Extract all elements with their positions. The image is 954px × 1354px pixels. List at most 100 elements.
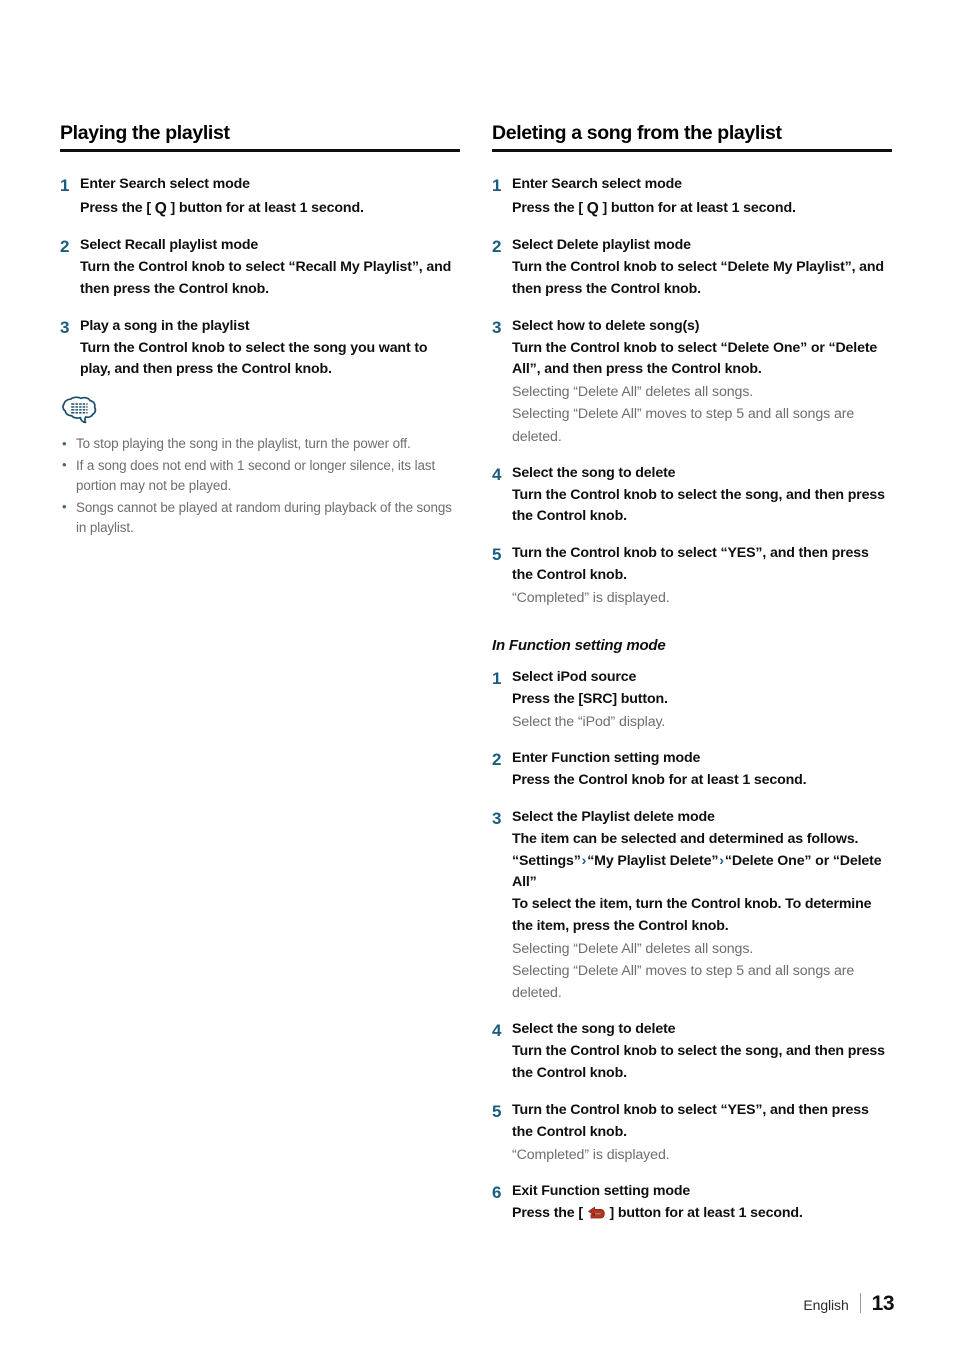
footer-page-number: 13 — [871, 1292, 895, 1315]
step-item: 3 Play a song in the playlist Turn the C… — [60, 316, 460, 382]
step-detail: Turn the Control knob to select the song… — [80, 339, 428, 378]
path-prefix: “Settings” — [512, 852, 581, 869]
step-note: Selecting “Delete All” deletes all songs… — [512, 940, 754, 957]
footer-language: English — [803, 1297, 849, 1313]
chevron-right-icon: › — [719, 852, 724, 869]
step-content: Enter Function setting mode Press the Co… — [512, 748, 892, 792]
step-number: 1 — [492, 669, 502, 689]
step-title: Enter Search select mode — [80, 176, 250, 193]
page-footer: English 13 — [803, 1290, 894, 1316]
step-content: Select the Playlist delete mode The item… — [512, 807, 892, 1005]
step-item: 6 Exit Function setting mode Press the [… — [492, 1181, 892, 1225]
step-item: 1 Enter Search select mode Press the [ Q… — [492, 174, 892, 220]
note-list-item: Songs cannot be played at random during … — [60, 497, 460, 539]
subsection-heading-function-setting-mode: In Function setting mode — [492, 637, 666, 655]
step-title: Select the song to delete — [512, 464, 676, 481]
step-content: Turn the Control knob to select “YES”, a… — [512, 1100, 892, 1166]
step-item: 5 Turn the Control knob to select “YES”,… — [492, 543, 892, 609]
step-item: 2 Select Recall playlist mode Turn the C… — [60, 235, 460, 301]
step-number: 5 — [492, 545, 502, 565]
step-title: Select the song to delete — [512, 1021, 676, 1038]
step-content: Select iPod source Press the [SRC] butto… — [512, 667, 892, 733]
step-item: 2 Enter Function setting mode Press the … — [492, 748, 892, 792]
step-number: 3 — [492, 808, 502, 828]
step-content: Select how to delete song(s) Turn the Co… — [512, 316, 892, 448]
step-note: “Completed” is displayed. — [512, 1146, 670, 1163]
step-note: Selecting “Delete All” moves to step 5 a… — [512, 406, 855, 445]
note-list-item: If a song does not end with 1 second or … — [60, 455, 460, 497]
step-detail: Turn the Control knob to select the song… — [512, 1043, 885, 1082]
note-block: To stop playing the song in the playlist… — [60, 396, 460, 539]
search-icon: Q — [154, 199, 167, 217]
step-note: Select the “iPod” display. — [512, 713, 666, 730]
step-content: Turn the Control knob to select “YES”, a… — [512, 543, 892, 609]
step-note: Selecting “Delete All” deletes all songs… — [512, 384, 754, 401]
step-title: Select iPod source — [512, 669, 637, 686]
step-number: 1 — [492, 176, 502, 196]
step-item: 3 Select the Playlist delete mode The it… — [492, 807, 892, 1005]
document-page: Playing the playlist 1 Enter Search sele… — [0, 0, 954, 1354]
step-content: Enter Search select mode Press the [ Q ]… — [80, 174, 460, 220]
step-content: Select Recall playlist mode Turn the Con… — [80, 235, 460, 301]
step-number: 5 — [492, 1102, 502, 1122]
step-number: 1 — [60, 176, 70, 196]
step-title: Enter Search select mode — [512, 176, 682, 193]
return-arrow-icon — [587, 1206, 605, 1219]
step-detail-secondary: To select the item, turn the Control kno… — [512, 896, 872, 935]
step-detail-post: ] button for at least 1 second. — [166, 200, 364, 217]
step-item: 1 Enter Search select mode Press the [ Q… — [60, 174, 460, 220]
step-detail: Press the [ ] button for at least 1 seco… — [512, 1203, 892, 1225]
step-content: Enter Search select mode Press the [ Q ]… — [512, 174, 892, 220]
step-number: 4 — [492, 1021, 502, 1041]
step-number: 3 — [60, 317, 70, 337]
step-content: Select the song to delete Turn the Contr… — [512, 1019, 892, 1085]
step-item: 2 Select Delete playlist mode Turn the C… — [492, 235, 892, 301]
step-title: Select Delete playlist mode — [512, 237, 691, 254]
step-title: Exit Function setting mode — [512, 1182, 691, 1199]
step-content: Select the song to delete Turn the Contr… — [512, 463, 892, 529]
step-item: 1 Select iPod source Press the [SRC] but… — [492, 667, 892, 733]
step-detail: Turn the Control knob to select “Recall … — [80, 259, 452, 297]
note-list-item: To stop playing the song in the playlist… — [60, 434, 460, 455]
step-detail: The item can be selected and determined … — [512, 830, 859, 847]
step-detail: Turn the Control knob to select “Delete … — [512, 339, 878, 378]
step-title: Select how to delete song(s) — [512, 317, 700, 334]
step-number: 2 — [492, 750, 502, 770]
step-number: 2 — [60, 237, 70, 257]
step-number: 2 — [492, 237, 502, 257]
step-detail: Press the [ Q ] button for at least 1 se… — [80, 196, 460, 220]
note-bubble-icon — [62, 396, 97, 424]
step-note: Selecting “Delete All” moves to step 5 a… — [512, 963, 855, 1002]
step-detail: Turn the Control knob to select “Delete … — [512, 259, 884, 297]
step-item: 4 Select the song to delete Turn the Con… — [492, 1019, 892, 1085]
step-content: Exit Function setting mode Press the [ ]… — [512, 1181, 892, 1225]
step-detail-post: ] button for at least 1 second. — [605, 1204, 803, 1221]
step-number: 3 — [492, 317, 502, 337]
step-detail: Press the Control knob for at least 1 se… — [512, 771, 807, 788]
step-detail: Press the [SRC] button. — [512, 691, 668, 708]
step-title: Select the Playlist delete mode — [512, 808, 715, 825]
step-detail: Turn the Control knob to select the song… — [512, 486, 885, 525]
note-list: To stop playing the song in the playlist… — [60, 434, 460, 539]
section-heading-playing-playlist: Playing the playlist — [60, 122, 460, 153]
step-title: Enter Function setting mode — [512, 750, 701, 767]
step-content: Play a song in the playlist Turn the Con… — [80, 316, 460, 382]
step-detail-pre: Press the [ — [512, 200, 587, 217]
step-content: Select Delete playlist mode Turn the Con… — [512, 235, 892, 301]
right-column: Deleting a song from the playlist 1 Ente… — [492, 122, 892, 1240]
step-item: 3 Select how to delete song(s) Turn the … — [492, 316, 892, 448]
step-item: 4 Select the song to delete Turn the Con… — [492, 463, 892, 529]
step-number: 6 — [492, 1182, 502, 1202]
step-item: 5 Turn the Control knob to select “YES”,… — [492, 1100, 892, 1166]
step-title: Turn the Control knob to select “YES”, a… — [512, 545, 869, 584]
step-detail-pre: Press the [ — [512, 1204, 587, 1221]
step-path: “Settings”›“My Playlist Delete”›“Delete … — [512, 851, 892, 895]
step-note: “Completed” is displayed. — [512, 590, 670, 607]
step-detail-pre: Press the [ — [80, 200, 155, 217]
step-title: Turn the Control knob to select “YES”, a… — [512, 1102, 869, 1140]
step-title: Play a song in the playlist — [80, 317, 250, 334]
step-number: 4 — [492, 464, 502, 484]
step-title: Select Recall playlist mode — [80, 237, 259, 254]
section-heading-deleting-song: Deleting a song from the playlist — [492, 122, 892, 153]
two-column-layout: Playing the playlist 1 Enter Search sele… — [60, 122, 894, 1240]
